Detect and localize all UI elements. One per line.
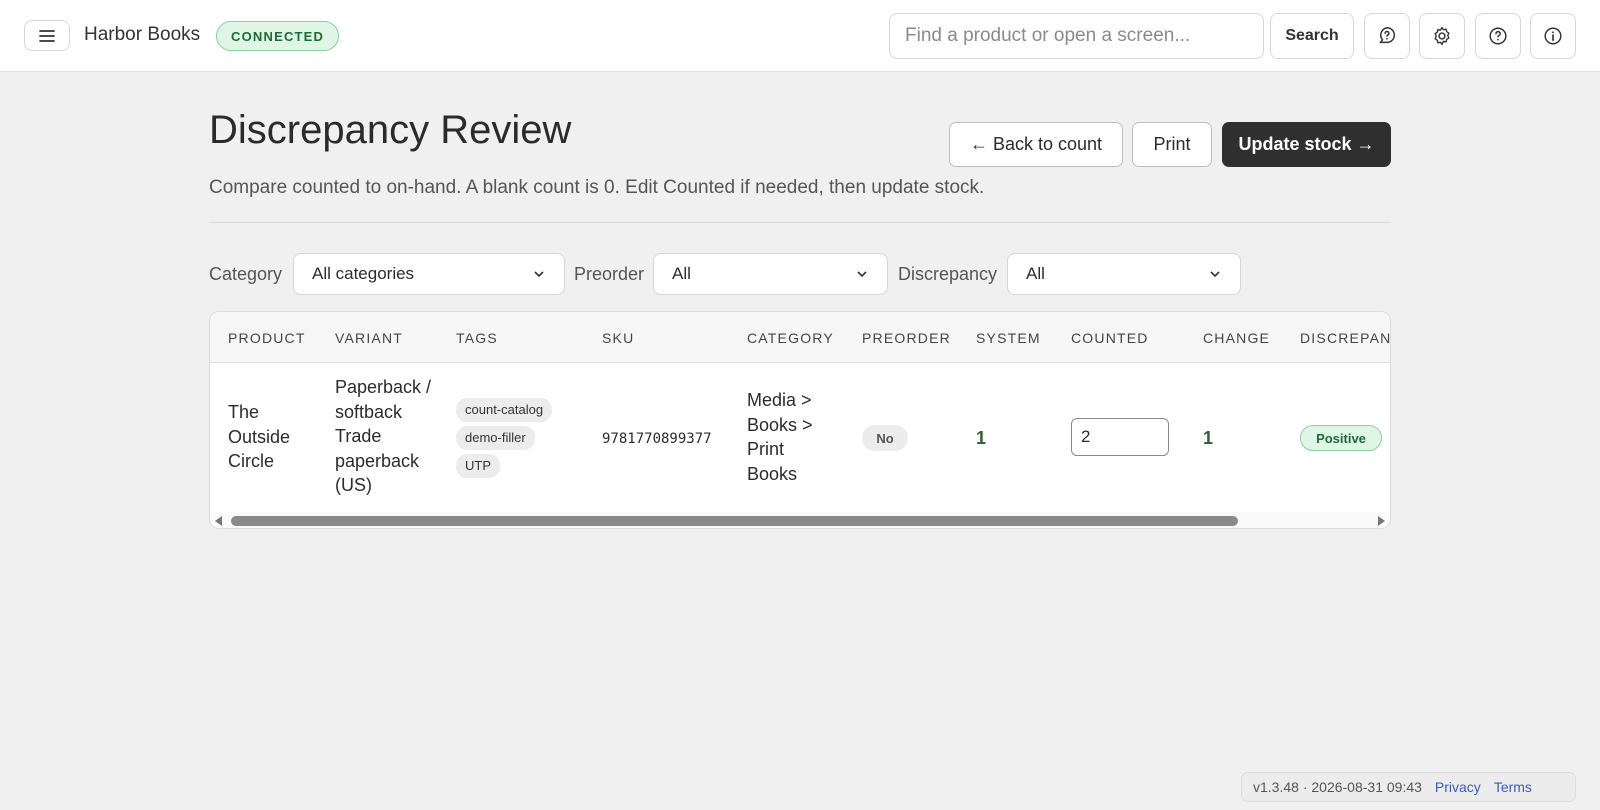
column-header-change[interactable]: CHANGE: [1203, 330, 1270, 346]
scroll-left-arrow-icon[interactable]: [215, 516, 222, 526]
help-chat-icon: [1379, 27, 1395, 44]
cell-variant: Paperback / softback Trade paperback (US…: [335, 377, 432, 495]
column-header-sku[interactable]: SKU: [602, 330, 634, 346]
tag-chip: UTP: [456, 454, 500, 478]
menu-icon: [39, 29, 55, 42]
print-button[interactable]: Print: [1132, 122, 1212, 167]
column-header-product[interactable]: PRODUCT: [228, 330, 306, 346]
chevron-down-icon: [534, 271, 544, 278]
chevron-down-icon: [857, 271, 867, 278]
preorder-filter-label: Preorder: [574, 264, 645, 284]
category-filter-value: All categories: [312, 264, 415, 283]
footer: v1.3.48 · 2026-08-31 09:43 Privacy Terms: [1241, 772, 1576, 802]
help-button[interactable]: [1475, 13, 1521, 59]
discrepancy-table: PRODUCT VARIANT TAGS SKU CATEGORY PREORD…: [209, 311, 1391, 529]
cell-change: 1: [1203, 428, 1214, 448]
column-header-discrepancy[interactable]: DISCREPANCY: [1300, 330, 1390, 346]
category-filter-select[interactable]: All categories: [293, 253, 565, 295]
page-subtitle: Compare counted to on-hand. A blank coun…: [209, 177, 985, 198]
cell-product: The Outside Circle: [228, 402, 291, 471]
column-header-system[interactable]: SYSTEM: [976, 330, 1041, 346]
table-header: PRODUCT VARIANT TAGS SKU CATEGORY PREORD…: [210, 312, 1390, 363]
horizontal-scrollbar[interactable]: [210, 512, 1390, 528]
cell-sku: 9781770899377: [602, 431, 712, 447]
page-title: Discrepancy Review: [209, 108, 572, 152]
version-info: v1.3.48 · 2026-08-31 09:43: [1253, 779, 1422, 795]
preorder-filter-select[interactable]: All: [653, 253, 888, 295]
cell-system: 1: [976, 428, 987, 448]
preorder-badge: No: [862, 425, 908, 451]
cell-category: Media > Books > Print Books: [747, 390, 813, 484]
discrepancy-filter-value: All: [1026, 264, 1045, 283]
column-header-counted[interactable]: COUNTED: [1071, 330, 1149, 346]
connection-status-badge: CONNECTED: [216, 21, 340, 51]
discrepancy-filter-select[interactable]: All: [1007, 253, 1241, 295]
tag-chip: count-catalog: [456, 398, 553, 422]
privacy-link[interactable]: Privacy: [1435, 779, 1481, 795]
info-button[interactable]: [1530, 13, 1576, 59]
app-name: Harbor Books: [84, 24, 201, 45]
top-bar: Harbor Books CONNECTED Search: [0, 0, 1600, 72]
help-chat-button[interactable]: [1364, 13, 1410, 59]
tag-chip: demo-filler: [456, 426, 535, 450]
divider: [209, 222, 1391, 223]
category-filter-label: Category: [209, 264, 283, 284]
info-icon: [1544, 27, 1562, 45]
column-header-category[interactable]: CATEGORY: [747, 330, 834, 346]
discrepancy-status-badge: Positive: [1300, 425, 1382, 451]
counted-input[interactable]: [1071, 418, 1169, 456]
preorder-filter-value: All: [672, 264, 691, 283]
menu-button[interactable]: [24, 20, 70, 51]
discrepancy-filter-label: Discrepancy: [898, 264, 998, 284]
search-input[interactable]: [889, 13, 1264, 59]
scroll-right-arrow-icon[interactable]: [1378, 516, 1385, 526]
terms-link[interactable]: Terms: [1494, 779, 1532, 795]
help-circle-icon: [1489, 27, 1507, 45]
column-header-preorder[interactable]: PREORDER: [862, 330, 951, 346]
chevron-down-icon: [1210, 271, 1220, 278]
search-button[interactable]: Search: [1270, 13, 1354, 59]
settings-button[interactable]: [1419, 13, 1465, 59]
gear-icon: [1434, 26, 1450, 46]
column-header-variant[interactable]: VARIANT: [335, 330, 403, 346]
back-to-count-button[interactable]: ← Back to count: [949, 122, 1123, 167]
column-header-tags[interactable]: TAGS: [456, 330, 498, 346]
update-stock-button[interactable]: Update stock →: [1222, 122, 1391, 167]
scrollbar-thumb[interactable]: [231, 516, 1238, 526]
cell-tags: count-catalog demo-filler UTP: [456, 398, 586, 482]
